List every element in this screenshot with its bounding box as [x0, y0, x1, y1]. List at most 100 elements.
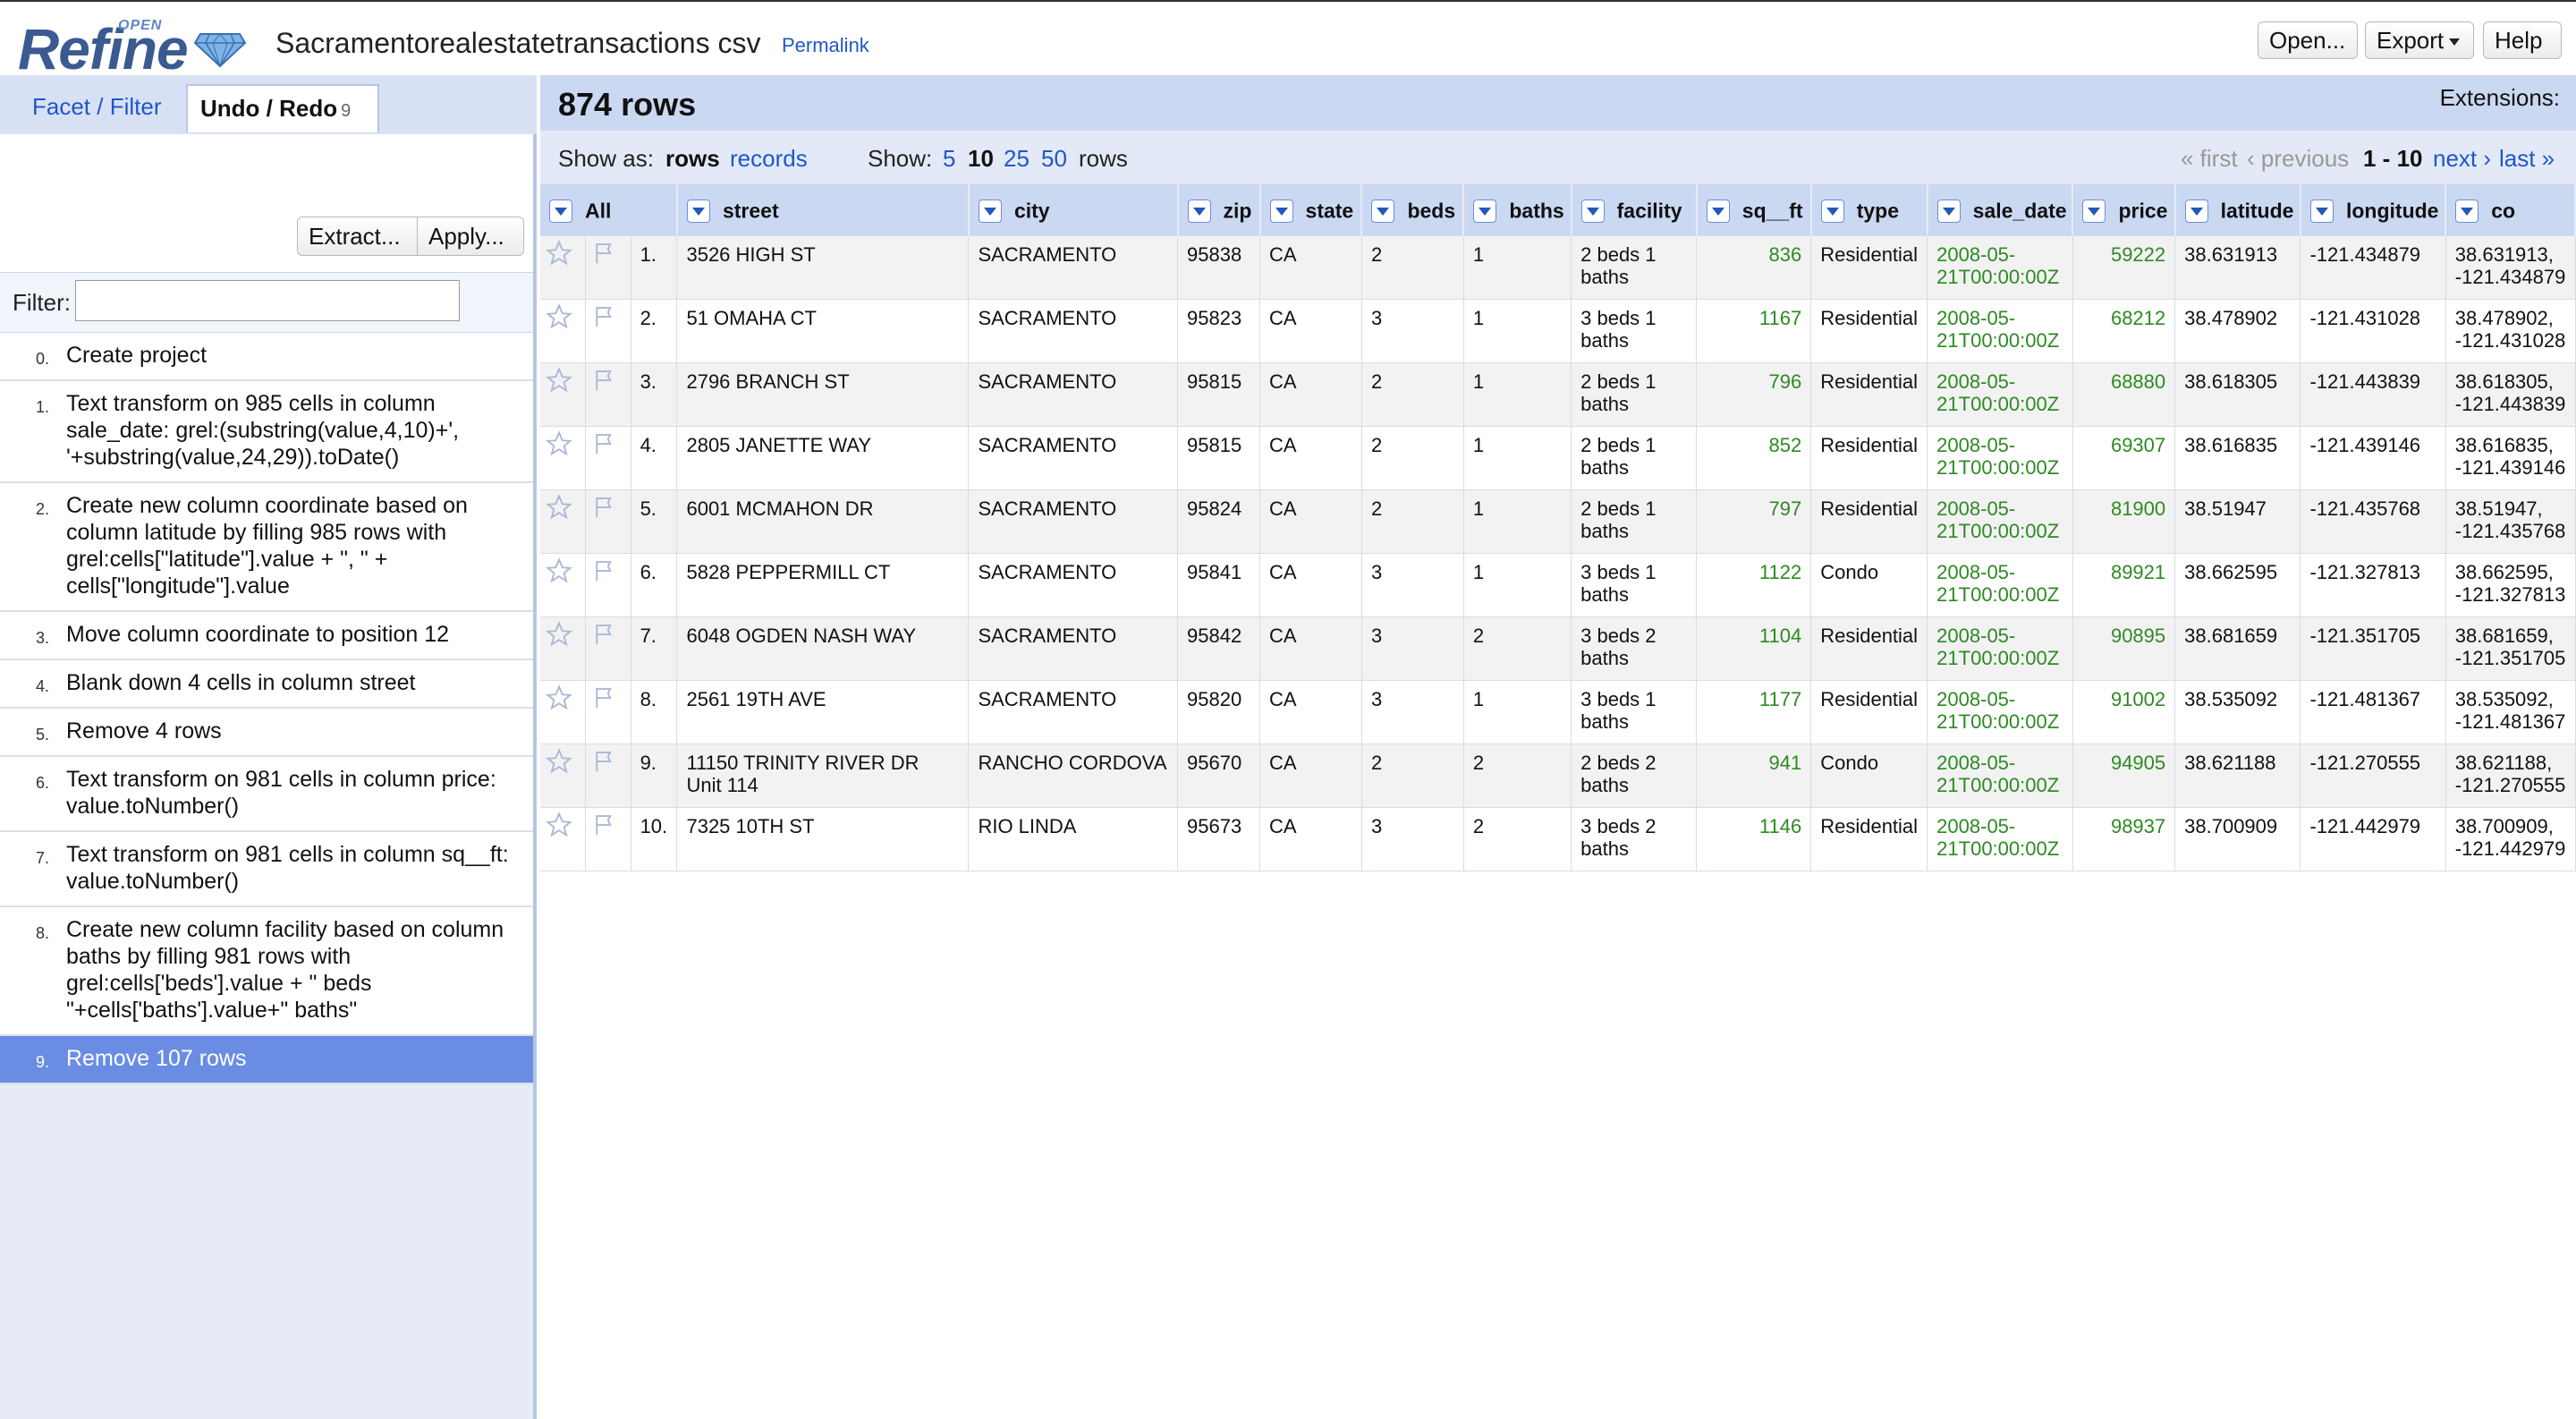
first-page-link[interactable]: « first: [2181, 145, 2238, 173]
state-cell[interactable]: CA: [1259, 616, 1362, 681]
history-item[interactable]: 3. Move column coordinate to position 12: [0, 612, 533, 660]
column-header-facility[interactable]: facility: [1571, 184, 1698, 236]
column-header-street[interactable]: street: [676, 184, 970, 236]
street-cell[interactable]: 7325 10TH ST: [676, 807, 970, 871]
sale-date-cell[interactable]: 2008-05-21T00:00:00Z: [1927, 426, 2073, 490]
sale-date-cell[interactable]: 2008-05-21T00:00:00Z: [1927, 616, 2073, 681]
street-cell[interactable]: 2796 BRANCH ST: [676, 362, 970, 427]
star-icon[interactable]: [540, 362, 586, 427]
project-title[interactable]: Sacramentorealestatetransactions csv: [275, 27, 760, 60]
sale-date-cell[interactable]: 2008-05-21T00:00:00Z: [1927, 807, 2073, 871]
extract-button[interactable]: Extract...: [297, 217, 419, 256]
facility-cell[interactable]: 3 beds 1 baths: [1571, 299, 1698, 363]
column-header-baths[interactable]: baths: [1463, 184, 1572, 236]
baths-cell[interactable]: 1: [1463, 362, 1572, 427]
flag-icon[interactable]: [585, 489, 631, 554]
type-cell[interactable]: Condo: [1810, 743, 1928, 808]
column-menu-icon[interactable]: [2309, 199, 2334, 223]
beds-cell[interactable]: 3: [1361, 299, 1464, 363]
coordinate-cell[interactable]: 38.51947, -121.435768: [2445, 489, 2576, 554]
facility-cell[interactable]: 2 beds 1 baths: [1571, 362, 1698, 427]
price-cell[interactable]: 69307: [2072, 426, 2176, 490]
beds-cell[interactable]: 2: [1361, 489, 1464, 554]
page-size-50[interactable]: 50: [1041, 145, 1067, 173]
city-cell[interactable]: SACRAMENTO: [968, 426, 1179, 490]
baths-cell[interactable]: 1: [1463, 299, 1572, 363]
type-cell[interactable]: Residential: [1810, 807, 1928, 871]
sale-date-cell[interactable]: 2008-05-21T00:00:00Z: [1927, 299, 2073, 363]
baths-cell[interactable]: 1: [1463, 680, 1572, 744]
column-menu-icon[interactable]: [978, 199, 1002, 223]
column-header-coordinate[interactable]: co: [2445, 184, 2576, 236]
beds-cell[interactable]: 3: [1361, 553, 1464, 617]
longitude-cell[interactable]: -121.351705: [2300, 616, 2446, 681]
column-header-state[interactable]: state: [1259, 184, 1363, 236]
type-cell[interactable]: Residential: [1810, 680, 1928, 744]
latitude-cell[interactable]: 38.51947: [2174, 489, 2301, 554]
zip-cell[interactable]: 95820: [1177, 680, 1261, 744]
city-cell[interactable]: SACRAMENTO: [968, 553, 1179, 617]
records-mode-link[interactable]: records: [730, 145, 808, 173]
baths-cell[interactable]: 1: [1463, 426, 1572, 490]
latitude-cell[interactable]: 38.616835: [2174, 426, 2301, 490]
city-cell[interactable]: SACRAMENTO: [968, 362, 1179, 427]
facility-cell[interactable]: 2 beds 1 baths: [1571, 489, 1698, 554]
street-cell[interactable]: 5828 PEPPERMILL CT: [676, 553, 970, 617]
latitude-cell[interactable]: 38.700909: [2174, 807, 2301, 871]
facility-cell[interactable]: 2 beds 1 baths: [1571, 426, 1698, 490]
page-size-5[interactable]: 5: [943, 145, 955, 173]
flag-icon[interactable]: [585, 616, 631, 681]
flag-icon[interactable]: [585, 362, 631, 427]
rows-mode[interactable]: rows: [665, 145, 720, 173]
state-cell[interactable]: CA: [1259, 489, 1362, 554]
baths-cell[interactable]: 2: [1463, 807, 1572, 871]
type-cell[interactable]: Residential: [1810, 299, 1928, 363]
state-cell[interactable]: CA: [1259, 362, 1362, 427]
state-cell[interactable]: CA: [1259, 743, 1362, 808]
facility-cell[interactable]: 3 beds 1 baths: [1571, 553, 1698, 617]
street-cell[interactable]: 11150 TRINITY RIVER DR Unit 114: [676, 743, 970, 808]
column-header-beds[interactable]: beds: [1361, 184, 1465, 236]
previous-page-link[interactable]: ‹ previous: [2247, 145, 2349, 173]
column-menu-icon[interactable]: [2455, 199, 2479, 223]
flag-icon[interactable]: [585, 426, 631, 490]
longitude-cell[interactable]: -121.443839: [2300, 362, 2446, 427]
column-menu-icon[interactable]: [2184, 199, 2208, 223]
last-page-link[interactable]: last »: [2499, 145, 2555, 173]
price-cell[interactable]: 81900: [2072, 489, 2176, 554]
street-cell[interactable]: 3526 HIGH ST: [676, 236, 970, 300]
type-cell[interactable]: Condo: [1810, 553, 1928, 617]
sqft-cell[interactable]: 1104: [1696, 616, 1812, 681]
flag-icon[interactable]: [585, 553, 631, 617]
baths-cell[interactable]: 2: [1463, 616, 1572, 681]
latitude-cell[interactable]: 38.681659: [2174, 616, 2301, 681]
coordinate-cell[interactable]: 38.616835, -121.439146: [2445, 426, 2576, 490]
sqft-cell[interactable]: 796: [1696, 362, 1812, 427]
column-header-price[interactable]: price: [2072, 184, 2176, 236]
coordinate-cell[interactable]: 38.621188, -121.270555: [2445, 743, 2576, 808]
longitude-cell[interactable]: -121.435768: [2300, 489, 2446, 554]
beds-cell[interactable]: 2: [1361, 236, 1464, 300]
longitude-cell[interactable]: -121.481367: [2300, 680, 2446, 744]
zip-cell[interactable]: 95841: [1177, 553, 1261, 617]
latitude-cell[interactable]: 38.662595: [2174, 553, 2301, 617]
street-cell[interactable]: 51 OMAHA CT: [676, 299, 970, 363]
flag-icon[interactable]: [585, 299, 631, 363]
street-cell[interactable]: 2805 JANETTE WAY: [676, 426, 970, 490]
price-cell[interactable]: 90895: [2072, 616, 2176, 681]
column-header-sqft[interactable]: sq__ft: [1696, 184, 1812, 236]
flag-icon[interactable]: [585, 680, 631, 744]
column-menu-icon[interactable]: [1187, 199, 1211, 223]
column-menu-icon[interactable]: [1580, 199, 1605, 223]
street-cell[interactable]: 6048 OGDEN NASH WAY: [676, 616, 970, 681]
type-cell[interactable]: Residential: [1810, 362, 1928, 427]
price-cell[interactable]: 68212: [2072, 299, 2176, 363]
help-button[interactable]: Help: [2483, 21, 2562, 59]
city-cell[interactable]: SACRAMENTO: [968, 299, 1179, 363]
history-item[interactable]: 7. Text transform on 981 cells in column …: [0, 832, 533, 907]
city-cell[interactable]: RIO LINDA: [968, 807, 1179, 871]
latitude-cell[interactable]: 38.478902: [2174, 299, 2301, 363]
column-menu-icon[interactable]: [1820, 199, 1844, 223]
coordinate-cell[interactable]: 38.700909, -121.442979: [2445, 807, 2576, 871]
history-item[interactable]: 5. Remove 4 rows: [0, 709, 533, 757]
